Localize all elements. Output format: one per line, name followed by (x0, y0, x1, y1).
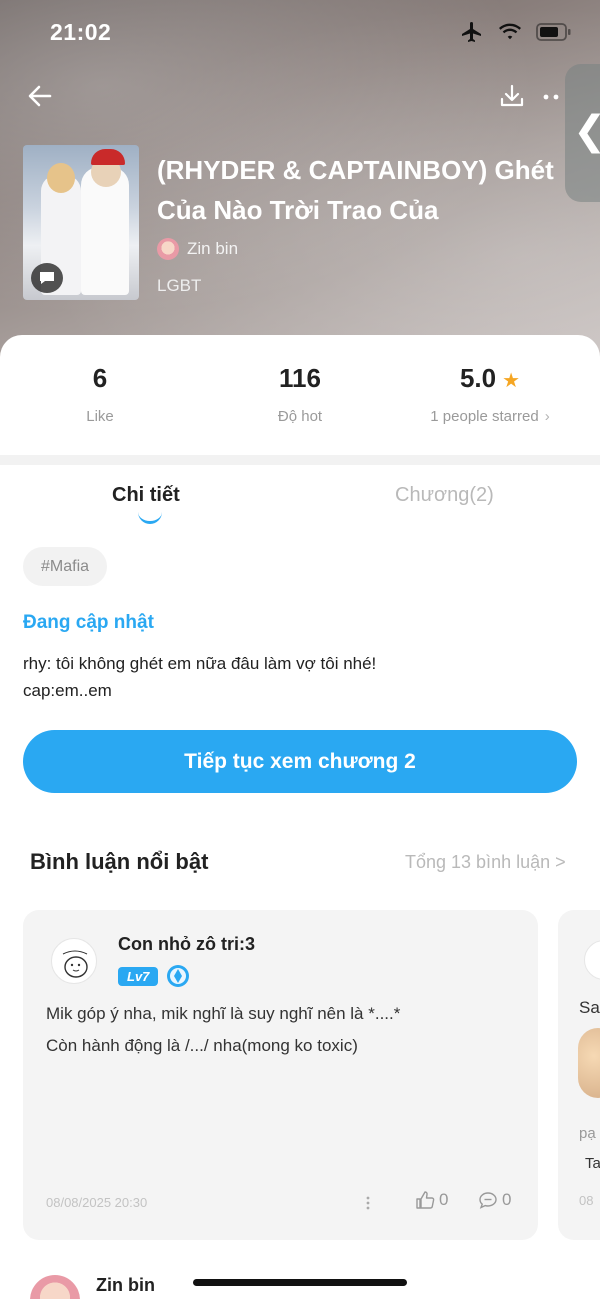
comment-text: Sa (579, 998, 600, 1017)
like-stat[interactable]: 6 Like (0, 363, 200, 425)
like-count: 6 (92, 363, 108, 393)
rating-stat[interactable]: 5.0 ★ 1 people starred › (390, 363, 590, 425)
comments-total-link[interactable]: Tổng 13 bình luận > (405, 852, 566, 873)
rating-value: 5.0 (459, 363, 497, 393)
story-header: 21:02 ❮ (RHYDER & CAPTAINBOY) Ghét Của N… (0, 0, 600, 360)
stats-card: 6 Like 116 Độ hot 5.0 ★ 1 people starred › (0, 335, 600, 455)
comment-timestamp: 08 (579, 1193, 594, 1208)
battery-icon (536, 23, 571, 41)
download-button[interactable] (498, 82, 526, 110)
back-arrow-icon (28, 85, 52, 107)
story-description: rhy: tôi không ghét em nữa đâu làm vợ tô… (23, 650, 583, 704)
commenter-name[interactable]: Zin bin (96, 1275, 155, 1296)
chevron-left-icon: ❮ (573, 108, 600, 154)
comment-bubble-icon[interactable] (31, 263, 63, 293)
comments-section-title: Bình luận nổi bật (30, 849, 209, 874)
comment-text: pạ (579, 1125, 596, 1142)
commenter-avatar[interactable] (51, 938, 97, 984)
comment-reply-button[interactable]: 0 (478, 1190, 511, 1210)
home-indicator[interactable] (193, 1279, 407, 1286)
wifi-icon (499, 23, 521, 40)
tab-active-indicator (138, 512, 162, 524)
comment-text: Mik góp ý nha, mik nghĩ là suy nghĩ nên … (46, 998, 516, 1062)
description-line: cap:em..em (23, 681, 112, 700)
santa-hat (91, 149, 125, 165)
hot-label: Độ hot (277, 408, 323, 425)
comment-timestamp: 08/08/2025 20:30 (46, 1195, 148, 1210)
tab-chapters[interactable]: Chương(2) (395, 484, 494, 507)
level-badge: Lv7 (118, 966, 159, 986)
update-status: Đang cập nhật (23, 612, 154, 633)
hashtag-chip[interactable]: #Mafia (23, 547, 108, 586)
commenter-avatar[interactable] (30, 1275, 80, 1299)
reply-bubble-icon (479, 1192, 497, 1209)
rating-label: 1 people starred (430, 408, 539, 425)
author-row[interactable]: Zin bin (157, 238, 238, 260)
diamond-badge-icon (167, 965, 190, 987)
story-cover[interactable] (23, 145, 139, 300)
comment-sticker (578, 1028, 600, 1098)
commenter-name[interactable]: Con nhỏ zô tri:3 (118, 934, 255, 955)
reply-count: 0 (502, 1190, 512, 1209)
star-icon: ★ (502, 370, 521, 392)
airplane-icon (462, 22, 481, 42)
commenter-badges: Lv7 (118, 964, 190, 988)
comment-text: Ta (585, 1155, 600, 1172)
back-button[interactable] (24, 80, 56, 112)
more-vertical-icon (366, 1196, 370, 1210)
cover-figure-head (47, 163, 75, 193)
author-avatar (157, 238, 179, 260)
description-line: rhy: tôi không ghét em nữa đâu làm vợ tô… (23, 654, 377, 673)
more-dots-icon (543, 94, 559, 100)
comment-like-button[interactable]: 0 (415, 1190, 448, 1210)
status-bar: 21:02 (0, 0, 600, 64)
like-label: Like (86, 408, 114, 425)
comment-line: Mik góp ý nha, mik nghĩ là suy nghĩ nên … (46, 1004, 401, 1023)
divider (0, 455, 600, 465)
comment-card[interactable]: Con nhỏ zô tri:3 Lv7 Mik góp ý nha, mik … (23, 910, 538, 1240)
more-button[interactable] (542, 86, 564, 108)
chevron-right-icon: › (544, 408, 550, 425)
hot-stat: 116 Độ hot (200, 363, 400, 425)
comment-card[interactable]: Sa pạ Ta 08 (558, 910, 600, 1240)
like-count: 0 (439, 1190, 449, 1209)
tab-detail[interactable]: Chi tiết (112, 484, 180, 507)
genre-tag[interactable]: LGBT (157, 276, 201, 296)
continue-reading-button[interactable]: Tiếp tục xem chương 2 (23, 730, 577, 793)
thumbs-up-icon (416, 1191, 435, 1209)
status-time: 21:02 (50, 19, 112, 45)
hot-count: 116 (279, 363, 321, 393)
status-icons (460, 20, 572, 44)
comment-line: Còn hành động là /.../ nha(mong ko toxic… (46, 1036, 358, 1055)
download-icon (500, 84, 524, 107)
commenter-avatar[interactable] (584, 940, 600, 980)
story-title: (RHYDER & CAPTAINBOY) Ghét Của Nào Trời … (157, 155, 554, 225)
comment-menu-button[interactable] (363, 1195, 373, 1211)
author-name: Zin bin (187, 239, 239, 258)
